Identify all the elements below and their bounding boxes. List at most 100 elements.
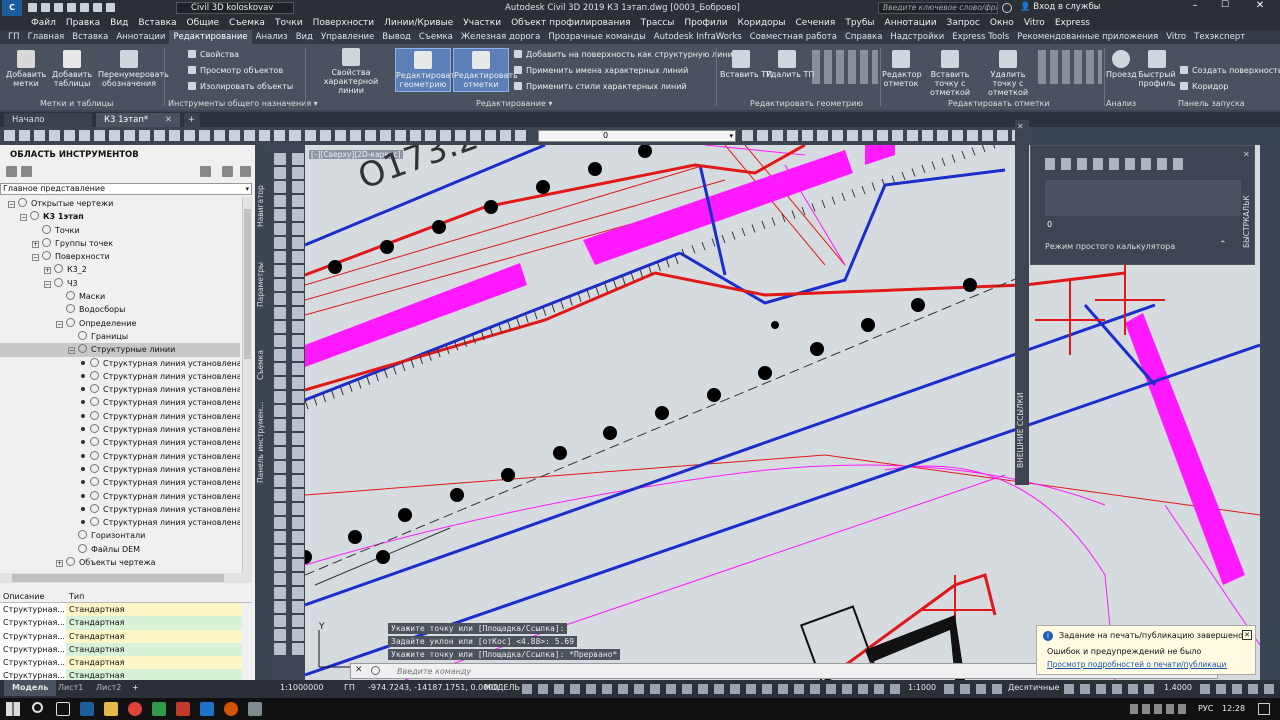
draw-tool-icon[interactable] — [274, 307, 286, 319]
featureline-vertex[interactable] — [638, 145, 652, 158]
draw-tool-icon[interactable] — [292, 405, 304, 417]
featureline-vertex[interactable] — [432, 220, 446, 234]
draw-tool-icon[interactable] — [274, 237, 286, 249]
menu-item[interactable]: Коридоры — [732, 16, 790, 30]
saveas-icon[interactable] — [67, 3, 76, 12]
start-icon[interactable] — [6, 702, 20, 716]
ribbon-tab[interactable]: Вид — [292, 30, 317, 44]
draw-tool-icon[interactable] — [292, 643, 304, 655]
close-tab-icon[interactable]: ✕ — [165, 113, 172, 127]
tab-drawing[interactable]: К3 1этап* ✕ — [96, 113, 180, 127]
chrome-icon[interactable] — [128, 702, 142, 716]
menu-item[interactable]: Объект профилирования — [506, 16, 636, 30]
menu-item[interactable]: Express — [1050, 16, 1095, 30]
featureline-vertex[interactable] — [380, 240, 394, 254]
open-icon[interactable] — [41, 3, 50, 12]
tree-node[interactable]: Структурная линия установлена3 — [0, 383, 240, 396]
close-icon[interactable]: ✕ — [1017, 122, 1024, 131]
draw-tool-icon[interactable] — [292, 195, 304, 207]
add-to-surface-button[interactable]: Добавить на поверхность как структурную … — [514, 50, 740, 60]
tree-node[interactable]: Структурная линия установлена7 — [0, 436, 240, 449]
menu-item[interactable]: Сечения — [791, 16, 841, 30]
expand-icon[interactable]: + — [44, 267, 51, 275]
menu-item[interactable]: Съемка — [224, 16, 270, 30]
draw-tool-icon[interactable] — [274, 573, 286, 585]
tree-node[interactable]: + Объекты чертежа — [0, 556, 240, 569]
notifications-icon[interactable] — [1258, 703, 1270, 715]
draw-tool-icon[interactable] — [292, 279, 304, 291]
draw-tool-icon[interactable] — [274, 391, 286, 403]
draw-tool-icon[interactable] — [292, 545, 304, 557]
corridor-button[interactable]: Коридор — [1180, 82, 1228, 92]
draw-tool-icon[interactable] — [274, 559, 286, 571]
explorer-icon[interactable] — [104, 702, 118, 716]
draw-tool-icon[interactable] — [274, 265, 286, 277]
edit-geometry-button[interactable]: Редактировать геометрию — [395, 48, 460, 92]
apply-styles-button[interactable]: Применить стили характерных линий — [514, 82, 687, 92]
ribbon-tab[interactable]: ГП — [4, 30, 24, 44]
properties-button[interactable]: Свойства — [188, 50, 239, 60]
help-icon[interactable] — [222, 166, 233, 177]
toolbar-icons-left[interactable] — [4, 127, 290, 145]
featureline-vertex[interactable] — [603, 426, 617, 440]
menu-item[interactable]: Трассы — [636, 16, 680, 30]
view-select[interactable]: Главное представление ▾ — [0, 183, 252, 195]
featureline-vertex[interactable] — [501, 468, 515, 482]
tree-node[interactable]: + К3_2 — [0, 263, 240, 276]
tree-node[interactable]: Горизонтали — [0, 529, 240, 542]
grid-row[interactable]: Структурная... Стандартная — [0, 656, 252, 670]
ribbon-tab[interactable]: Справка — [841, 30, 886, 44]
menu-item[interactable]: Поверхности — [308, 16, 380, 30]
status-scale[interactable]: 1:1000000 — [280, 683, 323, 692]
featureline-vertex[interactable] — [376, 550, 390, 564]
draw-tool-icon[interactable] — [292, 167, 304, 179]
redo-icon[interactable] — [106, 3, 115, 12]
print-icon[interactable] — [80, 3, 89, 12]
quick-profile-button[interactable]: Быстрый профиль — [1138, 50, 1176, 88]
featureline-vertex[interactable] — [536, 180, 550, 194]
status-annotation-scale[interactable]: 1:1000 — [908, 683, 936, 692]
menu-item[interactable]: Вставка — [133, 16, 181, 30]
expand-icon[interactable]: − — [56, 320, 63, 328]
refresh-icon[interactable] — [21, 166, 32, 177]
draw-tool-icon[interactable] — [274, 503, 286, 515]
draw-tool-icon[interactable] — [274, 447, 286, 459]
draw-tool-icon[interactable] — [274, 615, 286, 627]
draw-tool-icon[interactable] — [292, 475, 304, 487]
draw-tool-icon[interactable] — [292, 209, 304, 221]
menu-item[interactable]: Vitro — [1019, 16, 1050, 30]
draw-tool-icon[interactable] — [292, 153, 304, 165]
delete-pi-button[interactable]: Удалить ТП — [766, 50, 814, 79]
draw-tool-icon[interactable] — [292, 363, 304, 375]
add-labels-button[interactable]: Добавить метки — [6, 50, 46, 88]
col-description[interactable]: Описание — [0, 590, 66, 602]
create-surface-button[interactable]: Создать поверхность — [1180, 66, 1280, 76]
expand-icon[interactable]: + — [32, 240, 39, 248]
geometry-tools-grid[interactable] — [812, 50, 878, 84]
featureline-vertex[interactable] — [553, 446, 567, 460]
draw-tool-icon[interactable] — [292, 419, 304, 431]
grid-row[interactable]: Структурная... Стандартная — [0, 642, 252, 657]
col-type[interactable]: Тип — [66, 590, 242, 602]
tree-node[interactable]: Структурная линия установлена2 — [0, 370, 240, 383]
prospector-tree[interactable]: − Открытые чертежи − К3 1этап Точки + Группы т… — [0, 197, 240, 577]
ribbon-tab[interactable]: Аннотации — [112, 30, 169, 44]
draw-tool-icon[interactable] — [274, 195, 286, 207]
ribbon-tab[interactable]: Вставка — [68, 30, 112, 44]
renumber-button[interactable]: Перенумеровать обозначения — [98, 50, 169, 88]
new-tab-button[interactable]: + — [184, 113, 200, 127]
edit-elevations-button[interactable]: Редактировать отметки — [453, 48, 518, 92]
draw-tool-icon[interactable] — [292, 321, 304, 333]
draw-tool-icon[interactable] — [274, 405, 286, 417]
menu-item[interactable]: Профили — [679, 16, 732, 30]
ribbon-tab[interactable]: Анализ — [252, 30, 292, 44]
draw-tool-icon[interactable] — [274, 461, 286, 473]
tree-node[interactable]: Структурная линия установлена4 — [0, 396, 240, 409]
tree-node[interactable]: Структурная линия установлена10 — [0, 476, 240, 489]
status-lineweight[interactable]: 1.4000 — [1164, 683, 1192, 692]
expand-icon[interactable]: − — [68, 347, 75, 355]
grid-row[interactable]: Структурная... Стандартная — [0, 603, 252, 617]
menu-item[interactable]: Вид — [105, 16, 133, 30]
tree-node[interactable]: Структурная линия установлена9 — [0, 463, 240, 476]
tray-icons[interactable] — [1130, 704, 1190, 714]
